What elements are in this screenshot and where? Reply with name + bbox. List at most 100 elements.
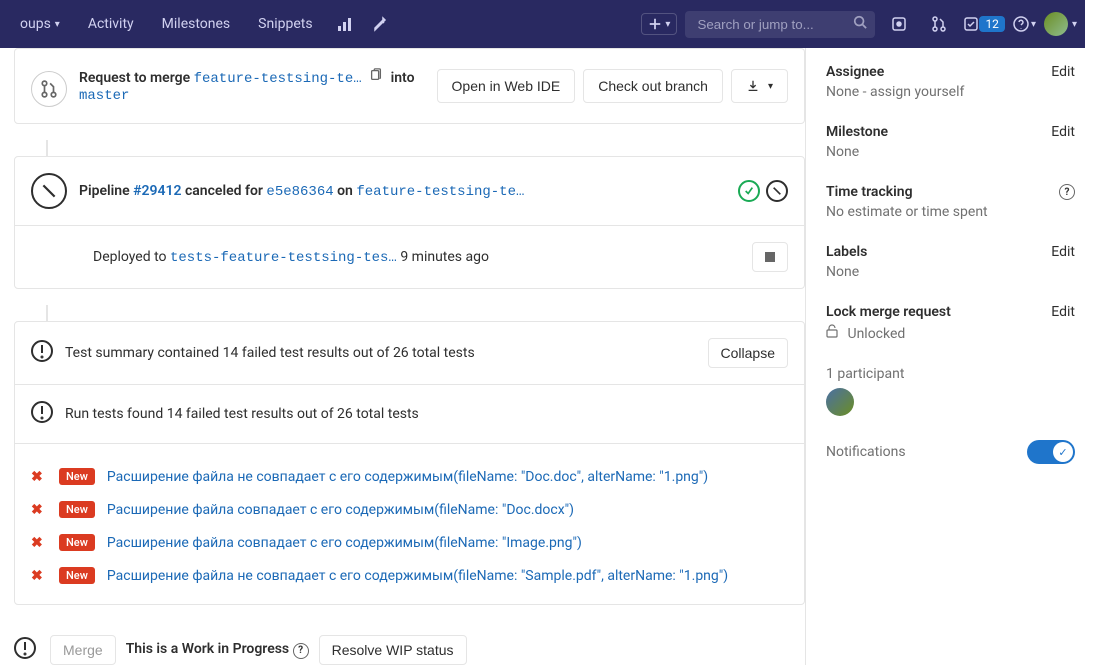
target-branch-link[interactable]: master (79, 88, 129, 104)
notifications-block: Notifications (826, 440, 1075, 464)
request-merge-text: Request to merge (79, 70, 190, 86)
nav-groups[interactable]: oups ▾ (8, 8, 72, 40)
user-avatar (1044, 12, 1068, 36)
into-text: into (391, 70, 415, 86)
milestone-block: Milestone Edit None (826, 124, 1075, 160)
top-navbar: oups ▾ Activity Milestones Snippets ▾ (0, 0, 1085, 48)
test-result-item: ✖ New Расширение файла совпадает с его с… (31, 493, 788, 526)
todos-icon[interactable]: 12 (963, 16, 1005, 32)
pipeline-status-icon (31, 173, 67, 209)
test-link[interactable]: Расширение файла совпадает с его содержи… (107, 535, 582, 551)
issues-icon[interactable] (883, 8, 915, 40)
warning-icon (31, 401, 53, 427)
search-icon (853, 15, 867, 33)
sidebar: Assignee Edit None - assign yourself Mil… (805, 48, 1095, 665)
new-badge: New (59, 567, 95, 584)
assignee-block: Assignee Edit None - assign yourself (826, 64, 1075, 100)
fail-icon: ✖ (31, 502, 47, 518)
time-tracking-body: No estimate or time spent (826, 204, 1075, 220)
notifications-toggle[interactable] (1027, 440, 1075, 464)
assignee-none: None - (826, 84, 870, 100)
lock-title: Lock merge request (826, 304, 951, 320)
test-results-list: ✖ New Расширение файла не совпадает с ег… (15, 444, 804, 604)
labels-block: Labels Edit None (826, 244, 1075, 280)
test-summary-text: Test summary contained 14 failed test re… (65, 345, 696, 361)
help-icon[interactable]: ? (293, 643, 309, 659)
pipeline-on-text: on (337, 183, 353, 199)
test-result-item: ✖ New Расширение файла не совпадает с ег… (31, 559, 788, 592)
deployment-row: Deployed to tests-feature-testsing-tes… … (15, 226, 804, 288)
wip-text: This is a Work in Progress ? (126, 641, 309, 659)
pipeline-prefix: Pipeline (79, 183, 130, 199)
assignee-title: Assignee (826, 64, 884, 80)
todos-count: 12 (979, 16, 1005, 32)
merge-requests-icon[interactable] (923, 8, 955, 40)
test-result-item: ✖ New Расширение файла совпадает с его с… (31, 526, 788, 559)
search-input[interactable] (685, 11, 875, 38)
new-badge: New (59, 534, 95, 551)
collapse-button[interactable]: Collapse (708, 338, 788, 368)
warning-icon (14, 637, 36, 663)
environment-link[interactable]: tests-feature-testsing-tes… (170, 250, 397, 266)
stop-environment-button[interactable] (752, 242, 788, 272)
commit-sha-link[interactable]: e5e86364 (266, 184, 333, 200)
pipeline-branch-link[interactable]: feature-testsing-te… (356, 184, 524, 200)
merge-request-widget: Request to merge feature-testsing-te… in… (15, 49, 804, 123)
test-summary-header: Test summary contained 14 failed test re… (15, 322, 804, 385)
warning-icon (31, 340, 53, 366)
nav-activity[interactable]: Activity (76, 8, 146, 40)
new-badge: New (59, 501, 95, 518)
checkout-branch-button[interactable]: Check out branch (583, 69, 723, 103)
help-icon[interactable]: ▾ (1013, 8, 1036, 40)
pipeline-canceled-text: canceled for (185, 183, 263, 199)
admin-icon[interactable] (365, 8, 397, 40)
fail-icon: ✖ (31, 568, 47, 584)
participants-block: 1 participant (826, 366, 1075, 416)
deployed-prefix: Deployed to (93, 249, 167, 265)
new-badge: New (59, 468, 95, 485)
merge-button: Merge (50, 635, 116, 665)
test-suite-row: Run tests found 14 failed test results o… (15, 385, 804, 444)
fail-icon: ✖ (31, 535, 47, 551)
participants-title: 1 participant (826, 366, 904, 382)
assignee-edit[interactable]: Edit (1051, 64, 1075, 80)
test-link[interactable]: Расширение файла не совпадает с его соде… (107, 469, 708, 485)
resolve-wip-button[interactable]: Resolve WIP status (319, 635, 467, 665)
milestone-body: None (826, 144, 1075, 160)
pipeline-widget: Pipeline #29412 canceled for e5e86364 on… (15, 157, 804, 226)
assign-yourself-link[interactable]: assign yourself (870, 84, 964, 100)
new-dropdown[interactable]: ▾ (641, 13, 677, 35)
milestone-title: Milestone (826, 124, 888, 140)
time-tracking-block: Time tracking ? No estimate or time spen… (826, 184, 1075, 220)
analytics-icon[interactable] (329, 8, 361, 40)
download-dropdown[interactable]: ▾ (731, 69, 788, 103)
merge-status-row: Merge This is a Work in Progress ? Resol… (0, 621, 805, 665)
stage-canceled-icon[interactable] (766, 180, 788, 202)
merge-request-icon (31, 71, 67, 107)
user-menu[interactable]: ▾ (1044, 8, 1077, 40)
nav-milestones[interactable]: Milestones (150, 8, 243, 40)
copy-branch-icon[interactable] (365, 70, 390, 86)
time-tracking-title: Time tracking (826, 184, 913, 200)
lock-edit[interactable]: Edit (1051, 304, 1075, 320)
lock-block: Lock merge request Edit Unlocked (826, 304, 1075, 342)
milestone-edit[interactable]: Edit (1051, 124, 1075, 140)
open-web-ide-button[interactable]: Open in Web IDE (437, 69, 576, 103)
notifications-title: Notifications (826, 444, 906, 460)
pipeline-id-link[interactable]: #29412 (133, 183, 181, 199)
labels-title: Labels (826, 244, 867, 260)
test-suite-text: Run tests found 14 failed test results o… (65, 406, 788, 422)
source-branch-link[interactable]: feature-testsing-te… (194, 71, 362, 87)
lock-body: Unlocked (826, 324, 1075, 342)
test-link[interactable]: Расширение файла совпадает с его содержи… (107, 502, 574, 518)
test-result-item: ✖ New Расширение файла не совпадает с ег… (31, 460, 788, 493)
time-tracking-help-icon[interactable]: ? (1059, 184, 1075, 200)
fail-icon: ✖ (31, 469, 47, 485)
stage-passed-icon[interactable] (738, 180, 760, 202)
deployment-time: 9 minutes ago (400, 249, 489, 265)
labels-edit[interactable]: Edit (1051, 244, 1075, 260)
participant-avatar[interactable] (826, 388, 854, 416)
nav-snippets[interactable]: Snippets (246, 8, 324, 40)
test-link[interactable]: Расширение файла не совпадает с его соде… (107, 568, 728, 584)
unlock-icon (826, 324, 838, 338)
